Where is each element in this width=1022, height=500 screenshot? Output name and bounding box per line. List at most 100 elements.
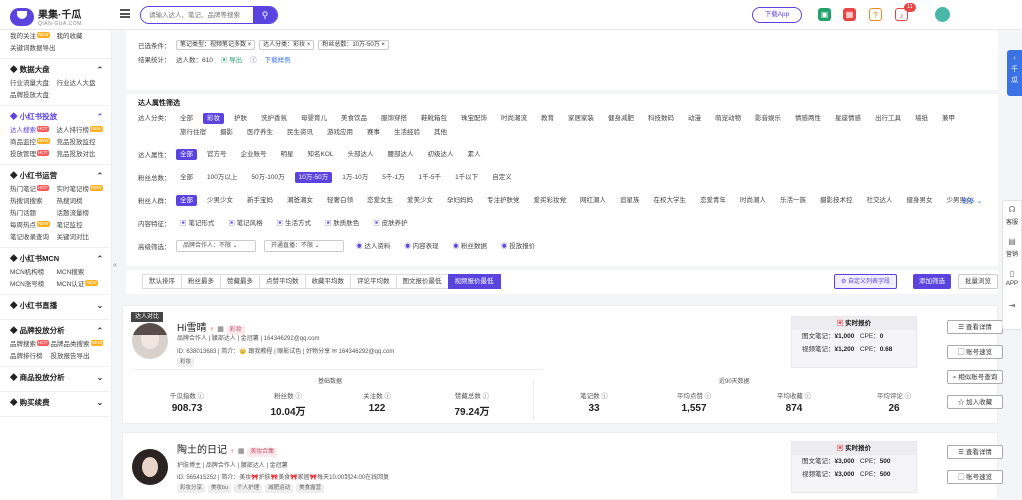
sidebar-item[interactable]: 话题流量榜 [57,209,104,219]
sidebar-item[interactable]: 笔记收录查询 [10,233,57,243]
fans-option[interactable]: 100万以上 [203,172,241,183]
sidebar-group-title[interactable]: ◆ 小红书投放 ⌃ [10,108,103,126]
sidebar-group-title[interactable]: ◆ 商品投放分析 ⌄ [10,369,103,387]
fans-option[interactable]: 5千-1万 [378,172,408,183]
marketing-button[interactable]: ▤ 营销 [1003,233,1021,265]
category-option[interactable]: 情感两性 [791,113,825,124]
sidebar-group-title[interactable]: ◆ 购买续费 ⌄ [10,394,103,412]
category-option[interactable]: 家居家装 [564,113,598,124]
sidebar-item[interactable]: 投放报告导出 [51,352,104,362]
influencer-name[interactable]: 陶土的日记 ♀ ▦ 美妆合集 [177,441,280,457]
sidebar-item[interactable]: 投放管理 HOT [10,150,57,160]
content-option[interactable]: ▣ 肤质肤色 [321,218,363,229]
sidebar-item[interactable]: 我的收藏 [57,32,104,42]
fans-option[interactable]: 10万-50万 [294,171,333,183]
category-option[interactable]: 星座情感 [831,113,865,124]
sidebar-item[interactable]: 每周热点 NEW [10,221,57,231]
people-option[interactable]: 健身男女 [903,195,937,206]
help-icon[interactable]: ? [869,8,882,21]
sort-tab[interactable]: 视频报价最低 [447,273,501,289]
sidebar-item[interactable]: 笔记监控 [57,221,104,231]
sidebar-group-title[interactable]: ◆ 小红书运营 ⌃ [10,167,103,185]
sidebar-group-title[interactable]: ◆ 品牌投放分析 ⌃ [10,322,103,340]
sidebar-item[interactable]: 品牌搜索 HOT [10,340,51,350]
people-option[interactable]: 时尚潮人 [736,195,770,206]
sidebar-item[interactable]: 商品监控 NEW [10,138,57,148]
sidebar-item[interactable]: 品牌投放大盘 [10,91,57,101]
sidebar-item[interactable]: 品牌排行榜 [10,352,51,362]
people-option[interactable]: 少男少女 [203,195,237,206]
people-option[interactable]: 摄影技术控 [816,195,857,206]
category-option[interactable]: 动漫 [684,113,705,124]
people-option[interactable]: 追星族 [616,195,644,206]
people-option[interactable]: 乐活一族 [776,195,810,206]
people-option[interactable]: 恋爱女生 [363,195,397,206]
people-option[interactable]: 全部 [176,194,197,206]
sidebar-item[interactable]: 热门话题 [10,209,57,219]
search-input[interactable] [141,7,253,23]
people-option[interactable]: 新手宝妈 [243,195,277,206]
people-option[interactable]: 社交达人 [863,195,897,206]
fans-option[interactable]: 自定义 [488,172,516,183]
advanced-check[interactable]: ◉ 内容表现 [400,241,442,252]
category-option[interactable]: 摄影 [216,127,237,138]
category-option[interactable]: 彩妆 [203,113,224,124]
attr-option[interactable]: 知名KOL [304,149,338,160]
sort-tab[interactable]: 评论平均数 [350,273,397,289]
view-detail-button[interactable]: ☰ 查看详情 [947,320,1003,334]
category-option[interactable]: 美食饮品 [337,113,371,124]
category-option[interactable]: 影音娱乐 [751,113,785,124]
category-option[interactable]: 医疗养生 [243,127,277,138]
sidebar-item[interactable]: 达人搜索 HOT [10,126,57,136]
similar-search-button[interactable]: ⌕ 相似账号查询 [947,370,1003,384]
view-detail-button[interactable]: ☰ 查看详情 [947,445,1003,459]
advanced-check[interactable]: ◉ 粉丝数据 [449,241,491,252]
customer-service-button[interactable]: ☊ 客服 [1003,201,1021,233]
people-option[interactable]: 爱美少女 [403,195,437,206]
toolbox-icon[interactable]: ▣ [818,8,831,21]
collapse-sidebar-icon[interactable]: « [113,262,117,269]
compare-badge[interactable]: 达人对比 [131,312,164,322]
download-app-button[interactable]: 下载App [752,7,802,23]
advanced-check[interactable]: ◉ 达人资料 [352,241,394,252]
people-option[interactable]: 潮爸潮女 [283,195,317,206]
sidebar-item[interactable]: 品牌品类搜索 NEW [51,340,103,350]
people-option[interactable]: 恋爱青年 [696,195,730,206]
attr-option[interactable]: 腰部达人 [384,149,418,160]
people-option[interactable]: 专注护肤党 [483,195,524,206]
user-avatar[interactable] [935,7,950,22]
category-option[interactable]: 珠宝配饰 [457,113,491,124]
category-option[interactable]: 生活经验 [390,127,424,138]
app-button[interactable]: ▯ APP [1003,265,1021,297]
sidebar-item[interactable]: MCN搜索 [57,268,104,278]
sidebar-item[interactable]: MCN涨号榜 [10,280,57,290]
sidebar-item[interactable]: 热门笔记 HOT [10,185,57,195]
apps-icon[interactable]: ▦ [843,8,856,21]
category-option[interactable]: 鞋靴箱包 [417,113,451,124]
category-option[interactable]: 洗护香氛 [257,113,291,124]
category-option[interactable]: 出行工具 [871,113,905,124]
category-option[interactable]: 护肤 [230,113,251,124]
sidebar-group-title[interactable]: ◆ 小红书MCN ⌃ [10,250,103,268]
category-option[interactable]: 全部 [176,113,197,124]
category-option[interactable]: 其他 [430,127,451,138]
attr-option[interactable]: 明星 [277,149,298,160]
people-option[interactable]: 孕妇妈妈 [443,195,477,206]
collapse-toolbar-button[interactable]: ⇥ [1003,297,1021,321]
attr-option[interactable]: 素人 [464,149,485,160]
category-option[interactable]: 萌宠动物 [711,113,745,124]
live-dropdown[interactable]: 开通直播：不限 ⌄ [264,240,344,252]
sidebar-group-title[interactable]: ◆ 小红书直播 ⌄ [10,297,103,315]
quick-view-button[interactable]: ▢ 账号速览 [947,470,1003,484]
category-option[interactable]: 服饰穿搭 [377,113,411,124]
category-option[interactable]: 科技数码 [644,113,678,124]
attr-option[interactable]: 全部 [176,148,197,160]
sort-tab[interactable]: 图文报价最低 [395,273,449,289]
fans-option[interactable]: 1千以下 [451,172,482,183]
sort-tab[interactable]: 默认排序 [142,273,182,289]
sort-tab[interactable]: 收藏平均数 [304,273,351,289]
category-option[interactable]: 旅行住宿 [176,127,210,138]
sidebar-item[interactable]: 关键词对比 [57,233,104,243]
fans-option[interactable]: 1千-5千 [415,172,445,183]
category-option[interactable]: 赛事 [363,127,384,138]
